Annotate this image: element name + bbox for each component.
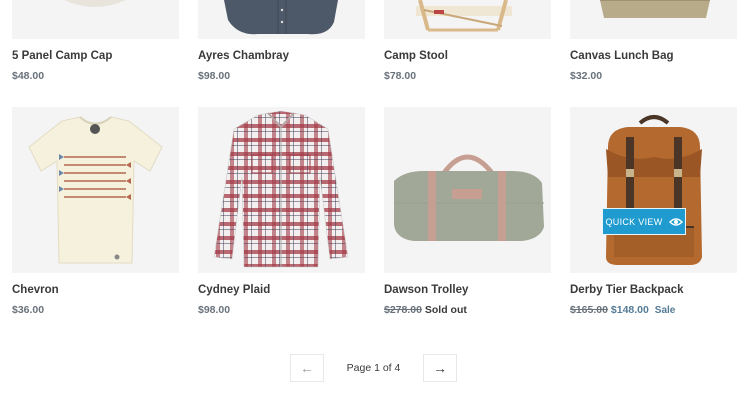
product-image[interactable] xyxy=(12,0,179,39)
product-image[interactable] xyxy=(570,0,737,39)
product-image[interactable] xyxy=(384,0,551,39)
product-price: $48.00 xyxy=(12,70,45,82)
product-card-derby-tier-backpack[interactable]: QUICK VIEW Derby Tier Backpack $165.00 $… xyxy=(570,107,737,316)
product-price: $278.00 Sold out xyxy=(384,304,467,316)
sale-price: $148.00 xyxy=(610,304,649,316)
product-price: $98.00 xyxy=(198,304,231,316)
product-price: $36.00 xyxy=(12,304,45,316)
product-title[interactable]: Ayres Chambray xyxy=(198,50,289,62)
product-card-cydney-plaid[interactable]: Cydney Plaid $98.00 xyxy=(198,107,365,316)
compare-price: $165.00 xyxy=(570,304,608,316)
next-page-button[interactable]: → xyxy=(423,354,457,382)
product-image[interactable]: QUICK VIEW xyxy=(570,107,737,273)
quick-view-button[interactable]: QUICK VIEW xyxy=(602,208,686,235)
product-title[interactable]: Camp Stool xyxy=(384,50,448,62)
quick-view-label: QUICK VIEW xyxy=(605,216,663,227)
product-image[interactable] xyxy=(12,107,179,273)
product-image[interactable] xyxy=(384,107,551,273)
product-title[interactable]: Cydney Plaid xyxy=(198,284,270,296)
product-card-canvas-lunch-bag[interactable]: Canvas Lunch Bag $32.00 xyxy=(570,0,737,82)
product-card-ayres-chambray[interactable]: Ayres Chambray $98.00 xyxy=(198,0,365,82)
product-price: $98.00 xyxy=(198,70,231,82)
product-title[interactable]: 5 Panel Camp Cap xyxy=(12,50,112,62)
product-image[interactable] xyxy=(198,0,365,39)
product-title[interactable]: Canvas Lunch Bag xyxy=(570,50,674,62)
prev-page-button[interactable]: ← xyxy=(290,354,324,382)
arrow-left-icon: ← xyxy=(300,360,314,376)
sold-out-label: Sold out xyxy=(424,304,467,316)
product-card-camp-stool[interactable]: Camp Stool $78.00 xyxy=(384,0,551,82)
product-card-dawson-trolley[interactable]: Dawson Trolley $278.00 Sold out xyxy=(384,107,551,316)
compare-price: $278.00 xyxy=(384,304,422,316)
pagination: ← Page 1 of 4 → xyxy=(290,354,457,383)
page-indicator: Page 1 of 4 xyxy=(346,362,401,374)
product-card-chevron[interactable]: Chevron $36.00 xyxy=(12,107,179,316)
product-image[interactable] xyxy=(198,107,365,273)
product-title[interactable]: Dawson Trolley xyxy=(384,284,468,296)
product-price: $78.00 xyxy=(384,70,417,82)
eye-icon xyxy=(668,217,683,227)
product-title[interactable]: Chevron xyxy=(12,284,59,296)
product-price: $32.00 xyxy=(570,70,603,82)
arrow-right-icon: → xyxy=(433,360,447,376)
product-title[interactable]: Derby Tier Backpack xyxy=(570,284,684,296)
product-price: $165.00 $148.00 Sale xyxy=(570,304,675,316)
product-card-camp-cap[interactable]: 5 Panel Camp Cap $48.00 xyxy=(12,0,179,82)
sale-badge: Sale xyxy=(654,305,676,316)
